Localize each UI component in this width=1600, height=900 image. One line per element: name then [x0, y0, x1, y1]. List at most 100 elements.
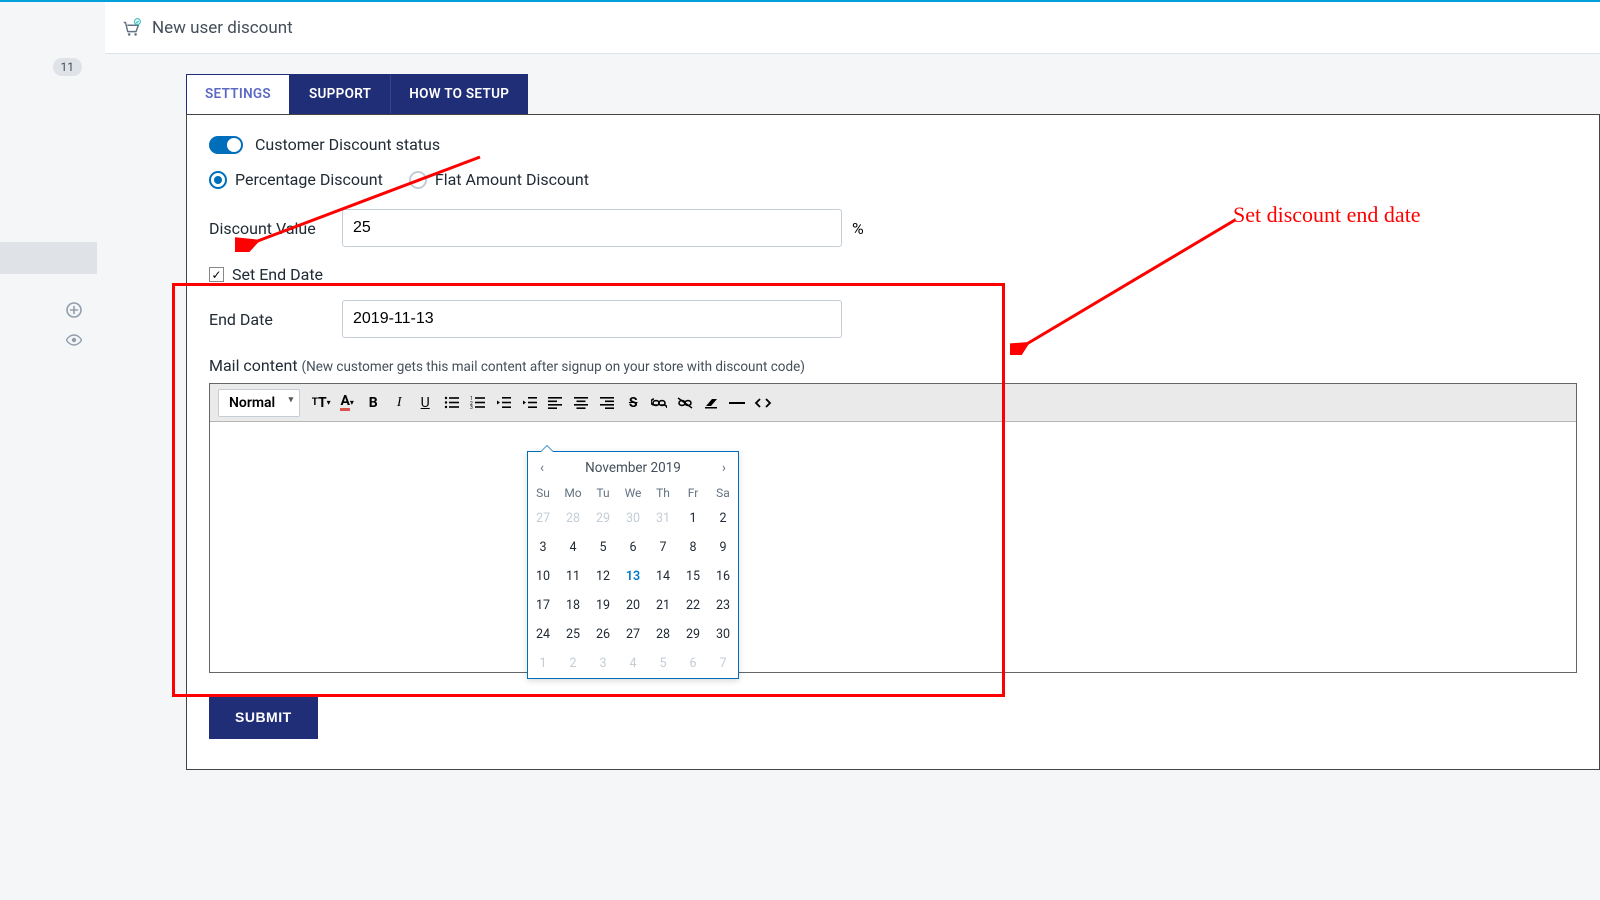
datepicker-day[interactable]: 12	[588, 562, 618, 591]
datepicker-day[interactable]: 11	[558, 562, 588, 591]
tabs: SETTINGS SUPPORT HOW TO SETUP	[186, 74, 1600, 114]
ordered-list-icon[interactable]: 123	[466, 392, 488, 414]
sidebar-badge: 11	[53, 58, 83, 76]
datepicker-day[interactable]: 2	[708, 504, 738, 533]
horizontal-rule-icon[interactable]	[726, 392, 748, 414]
radio-flat-label: Flat Amount Discount	[435, 170, 589, 189]
datepicker-day[interactable]: 7	[708, 649, 738, 678]
datepicker-day[interactable]: 9	[708, 533, 738, 562]
datepicker-day[interactable]: 17	[528, 591, 558, 620]
unlink-icon[interactable]	[674, 392, 696, 414]
datepicker-day[interactable]: 3	[528, 533, 558, 562]
heading-select[interactable]: Normal	[218, 389, 300, 417]
discount-value-input[interactable]	[342, 209, 842, 247]
datepicker-month: November 2019	[585, 460, 681, 476]
set-end-date-checkbox[interactable]	[209, 267, 224, 282]
editor-toolbar: Normal TT▾ A▾ B I U 123	[210, 384, 1576, 422]
datepicker-next[interactable]: ›	[718, 460, 730, 476]
datepicker-dow: Fr	[678, 482, 708, 504]
datepicker-day[interactable]: 27	[618, 620, 648, 649]
datepicker-day[interactable]: 2	[558, 649, 588, 678]
datepicker-day[interactable]: 15	[678, 562, 708, 591]
align-center-icon[interactable]	[570, 392, 592, 414]
datepicker-day[interactable]: 19	[588, 591, 618, 620]
datepicker-day[interactable]: 4	[558, 533, 588, 562]
submit-button[interactable]: SUBMIT	[209, 695, 318, 739]
datepicker: ‹ November 2019 › SuMoTuWeThFrSa27282930…	[527, 451, 739, 679]
header: New user discount	[0, 2, 1600, 54]
eraser-icon[interactable]	[700, 392, 722, 414]
datepicker-day[interactable]: 30	[618, 504, 648, 533]
datepicker-day[interactable]: 14	[648, 562, 678, 591]
bold-icon[interactable]: B	[362, 392, 384, 414]
datepicker-day[interactable]: 1	[678, 504, 708, 533]
align-right-icon[interactable]	[596, 392, 618, 414]
page-title: New user discount	[152, 18, 293, 38]
discount-value-suffix: %	[852, 219, 864, 238]
datepicker-dow: We	[618, 482, 648, 504]
datepicker-day[interactable]: 16	[708, 562, 738, 591]
datepicker-day[interactable]: 31	[648, 504, 678, 533]
annotation-text: Set discount end date	[1233, 202, 1421, 228]
mail-content-hint: (New customer gets this mail content aft…	[302, 359, 805, 375]
datepicker-day[interactable]: 3	[588, 649, 618, 678]
cart-icon	[120, 17, 142, 39]
datepicker-dow: Mo	[558, 482, 588, 504]
mail-editor[interactable]: Normal TT▾ A▾ B I U 123	[209, 383, 1577, 673]
radio-flat[interactable]	[409, 171, 427, 189]
link-icon[interactable]	[648, 392, 670, 414]
sidebar-active-item[interactable]	[0, 242, 97, 274]
underline-icon[interactable]: U	[414, 392, 436, 414]
font-size-icon[interactable]: TT▾	[310, 392, 332, 414]
datepicker-day[interactable]: 10	[528, 562, 558, 591]
indent-icon[interactable]	[518, 392, 540, 414]
svg-text:3: 3	[470, 405, 473, 409]
datepicker-day[interactable]: 23	[708, 591, 738, 620]
datepicker-day[interactable]: 30	[708, 620, 738, 649]
datepicker-day[interactable]: 5	[588, 533, 618, 562]
datepicker-day[interactable]: 22	[678, 591, 708, 620]
tab-support[interactable]: SUPPORT	[290, 74, 390, 114]
radio-percentage[interactable]	[209, 171, 227, 189]
set-end-date-label: Set End Date	[232, 265, 323, 284]
discount-value-label: Discount Value	[209, 219, 342, 238]
datepicker-day[interactable]: 21	[648, 591, 678, 620]
datepicker-day[interactable]: 29	[678, 620, 708, 649]
italic-icon[interactable]: I	[388, 392, 410, 414]
font-color-icon[interactable]: A▾	[336, 392, 358, 414]
datepicker-dow: Su	[528, 482, 558, 504]
sidebar: 11	[0, 2, 105, 900]
datepicker-day[interactable]: 27	[528, 504, 558, 533]
mail-content-label: Mail content	[209, 356, 298, 375]
datepicker-day[interactable]: 6	[618, 533, 648, 562]
datepicker-day[interactable]: 8	[678, 533, 708, 562]
datepicker-prev[interactable]: ‹	[536, 460, 548, 476]
datepicker-day[interactable]: 6	[678, 649, 708, 678]
unordered-list-icon[interactable]	[440, 392, 462, 414]
datepicker-day[interactable]: 18	[558, 591, 588, 620]
datepicker-day[interactable]: 7	[648, 533, 678, 562]
end-date-input[interactable]	[342, 300, 842, 338]
tab-settings[interactable]: SETTINGS	[186, 74, 290, 114]
datepicker-day[interactable]: 26	[588, 620, 618, 649]
datepicker-day[interactable]: 4	[618, 649, 648, 678]
datepicker-day[interactable]: 5	[648, 649, 678, 678]
datepicker-day[interactable]: 1	[528, 649, 558, 678]
datepicker-day[interactable]: 20	[618, 591, 648, 620]
datepicker-day[interactable]: 24	[528, 620, 558, 649]
align-left-icon[interactable]	[544, 392, 566, 414]
datepicker-dow: Sa	[708, 482, 738, 504]
datepicker-day[interactable]: 13	[618, 562, 648, 591]
status-toggle[interactable]	[209, 136, 243, 154]
preview-icon[interactable]	[66, 334, 82, 346]
datepicker-day[interactable]: 29	[588, 504, 618, 533]
add-icon[interactable]	[66, 302, 82, 318]
tab-how-to-setup[interactable]: HOW TO SETUP	[390, 74, 528, 114]
strikethrough-icon[interactable]: S	[622, 392, 644, 414]
code-icon[interactable]	[752, 392, 774, 414]
end-date-label: End Date	[209, 310, 342, 329]
datepicker-day[interactable]: 28	[648, 620, 678, 649]
datepicker-day[interactable]: 25	[558, 620, 588, 649]
outdent-icon[interactable]	[492, 392, 514, 414]
datepicker-day[interactable]: 28	[558, 504, 588, 533]
